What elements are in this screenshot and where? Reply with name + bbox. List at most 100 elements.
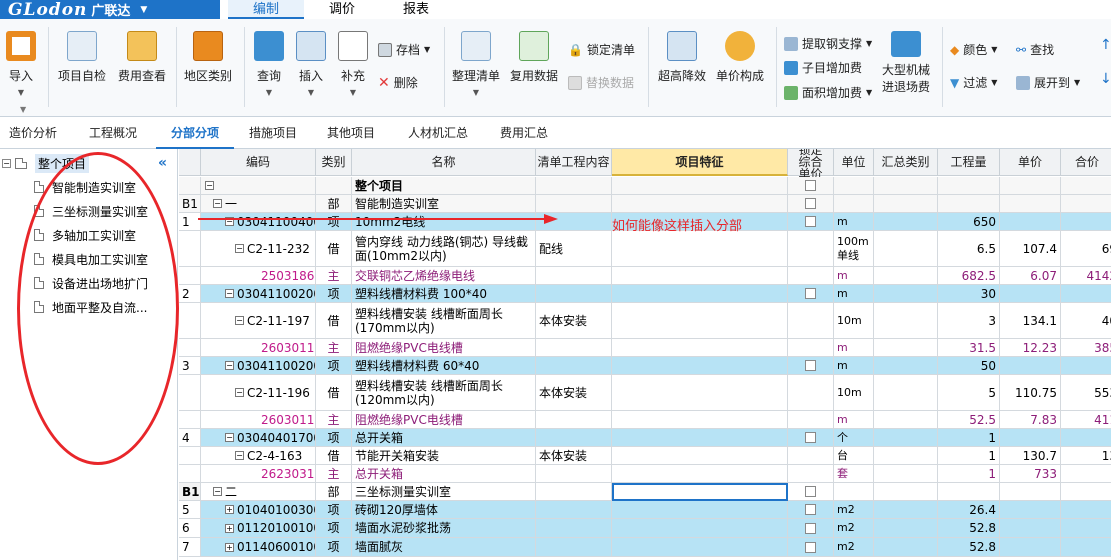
cell-content[interactable] [536, 483, 612, 501]
cell-content[interactable]: 本体安装 [536, 375, 612, 411]
header-unit[interactable]: 单位 [834, 149, 874, 176]
cell-row-number[interactable] [179, 411, 201, 429]
cell-total[interactable] [1061, 483, 1111, 501]
lock-checkbox[interactable] [805, 432, 816, 443]
cell-name[interactable]: 墙面水泥砂浆批荡 [352, 519, 536, 538]
cell-unit-price[interactable] [1000, 177, 1061, 195]
cell-type[interactable]: 部 [316, 483, 352, 501]
cell-row-number[interactable]: 1 [179, 213, 201, 231]
header-feature[interactable]: 项目特征 [612, 149, 788, 176]
cell-lock[interactable] [788, 465, 834, 483]
cell-feature[interactable] [612, 231, 788, 267]
table-row[interactable]: 26030110​1 主阻燃绝缘PVC电线槽 m 52.5 7.83 411 [179, 411, 1111, 429]
header-type[interactable]: 类别 [316, 149, 352, 176]
cell-type[interactable]: 项 [316, 429, 352, 447]
cell-unit-price[interactable] [1000, 213, 1061, 231]
cell-content[interactable] [536, 429, 612, 447]
cell-unit[interactable]: 100m单线 [834, 231, 874, 267]
cell-name[interactable]: 阻燃绝缘PVC电线槽 [352, 411, 536, 429]
table-row[interactable]: 26230310​1 主总开关箱 套 1 733 [179, 465, 1111, 483]
cell-feature[interactable] [612, 465, 788, 483]
cell-row-number[interactable]: 7 [179, 538, 201, 557]
collapse-toggle-icon[interactable]: − [213, 487, 222, 496]
cell-unit-price[interactable]: 6.07 [1000, 267, 1061, 285]
cell-code[interactable]: − 一 [201, 195, 316, 213]
cell-summary-type[interactable] [874, 465, 938, 483]
cell-quantity[interactable]: 3 [938, 303, 1000, 339]
tree-item[interactable]: 多轴加工实训室 [34, 223, 136, 247]
cell-quantity[interactable]: 26.4 [938, 501, 1000, 519]
tab-measures[interactable]: 措施项目 [240, 117, 306, 149]
table-row[interactable]: −C2-4-163 借节能开关箱安装 本体安装 台 1 130.7 13 [179, 447, 1111, 465]
cell-type[interactable]: 部 [316, 195, 352, 213]
tidy-list-button[interactable]: 整理清单 ▼ [452, 31, 500, 97]
cell-quantity[interactable]: 52.5 [938, 411, 1000, 429]
lock-checkbox[interactable] [805, 504, 816, 515]
cell-name[interactable]: 塑料线槽材料费 100*40 [352, 285, 536, 303]
cell-unit[interactable]: m [834, 213, 874, 231]
cell-summary-type[interactable] [874, 501, 938, 519]
cell-feature[interactable] [612, 519, 788, 538]
table-row[interactable]: − 整个项目 [179, 177, 1111, 195]
collapse-toggle-icon[interactable]: − [205, 181, 214, 190]
cell-unit-price[interactable]: 12.23 [1000, 339, 1061, 357]
cell-name[interactable]: 塑料线槽材料费 60*40 [352, 357, 536, 375]
tree-item[interactable]: 地面平整及自流... [34, 295, 147, 319]
cell-content[interactable] [536, 285, 612, 303]
table-row[interactable]: − C2-11-197 借塑料线槽安装 线槽断面周长(170mm以内) 本体安装 10m… [179, 303, 1111, 339]
cell-row-number[interactable] [179, 267, 201, 285]
cell-content[interactable]: 本体安装 [536, 303, 612, 339]
cell-type[interactable]: 主 [316, 411, 352, 429]
cell-lock[interactable] [788, 519, 834, 538]
cell-feature[interactable] [612, 195, 788, 213]
cell-total[interactable] [1061, 429, 1111, 447]
cell-feature[interactable] [612, 303, 788, 339]
cell-feature[interactable] [612, 429, 788, 447]
cell-row-number[interactable] [179, 177, 201, 195]
unit-price-button[interactable]: 单价构成 [716, 31, 764, 84]
cell-summary-type[interactable] [874, 375, 938, 411]
cell-code[interactable]: − [201, 177, 316, 195]
cell-row-number[interactable] [179, 231, 201, 267]
cell-summary-type[interactable] [874, 519, 938, 538]
expand-toggle-icon[interactable]: + [225, 523, 234, 533]
cell-total[interactable]: 13 [1061, 447, 1111, 465]
cell-code[interactable]: +011201001001 [201, 519, 316, 538]
tree-item[interactable]: 智能制造实训室 [34, 175, 136, 199]
cell-unit[interactable]: m [834, 285, 874, 303]
cell-quantity[interactable]: 1 [938, 447, 1000, 465]
cell-code[interactable]: 26230310​1 [201, 465, 316, 483]
cell-type[interactable]: 借 [316, 231, 352, 267]
cell-code[interactable]: − C2-11-196 [201, 375, 316, 411]
cell-code[interactable]: −030411004001 [201, 213, 316, 231]
cell-lock[interactable] [788, 501, 834, 519]
cell-feature[interactable] [612, 411, 788, 429]
cell-total[interactable] [1061, 177, 1111, 195]
cell-code[interactable]: − 二 [201, 483, 316, 501]
cell-lock[interactable] [788, 483, 834, 501]
table-row[interactable]: 26030110​2 主阻燃绝缘PVC电线槽 m 31.5 12.23 385 [179, 339, 1111, 357]
collapse-toggle-icon[interactable]: − [225, 217, 234, 226]
cell-row-number[interactable]: B1 [179, 195, 201, 213]
table-row[interactable]: 7 +011406001001 项 墙面腻灰 m2 52.8 [179, 538, 1111, 557]
cell-quantity[interactable]: 1 [938, 429, 1000, 447]
tree-root[interactable]: − 整个项目 [2, 151, 90, 175]
cell-unit[interactable]: m2 [834, 519, 874, 538]
cell-quantity[interactable] [938, 195, 1000, 213]
cell-summary-type[interactable] [874, 357, 938, 375]
cell-content[interactable]: 本体安装 [536, 447, 612, 465]
cell-unit[interactable]: 10m [834, 375, 874, 411]
self-check-button[interactable]: 项目自检 [58, 31, 106, 84]
header-unit-price[interactable]: 单价 [1000, 149, 1061, 176]
menu-tab-report[interactable]: 报表 [384, 0, 448, 19]
header-content[interactable]: 清单工程内容 [536, 149, 612, 176]
cell-total[interactable]: 40 [1061, 303, 1111, 339]
lock-checkbox[interactable] [805, 360, 816, 371]
cell-row-number[interactable]: 5 [179, 501, 201, 519]
cell-total[interactable]: 385 [1061, 339, 1111, 357]
steel-support-button[interactable]: 提取钢支撑 ▼ [784, 35, 872, 52]
cell-code[interactable]: −030404017001 [201, 429, 316, 447]
cell-name[interactable]: 整个项目 [352, 177, 536, 195]
ribbon-chevron-icon[interactable]: ▼ [20, 105, 26, 114]
cell-lock[interactable] [788, 429, 834, 447]
